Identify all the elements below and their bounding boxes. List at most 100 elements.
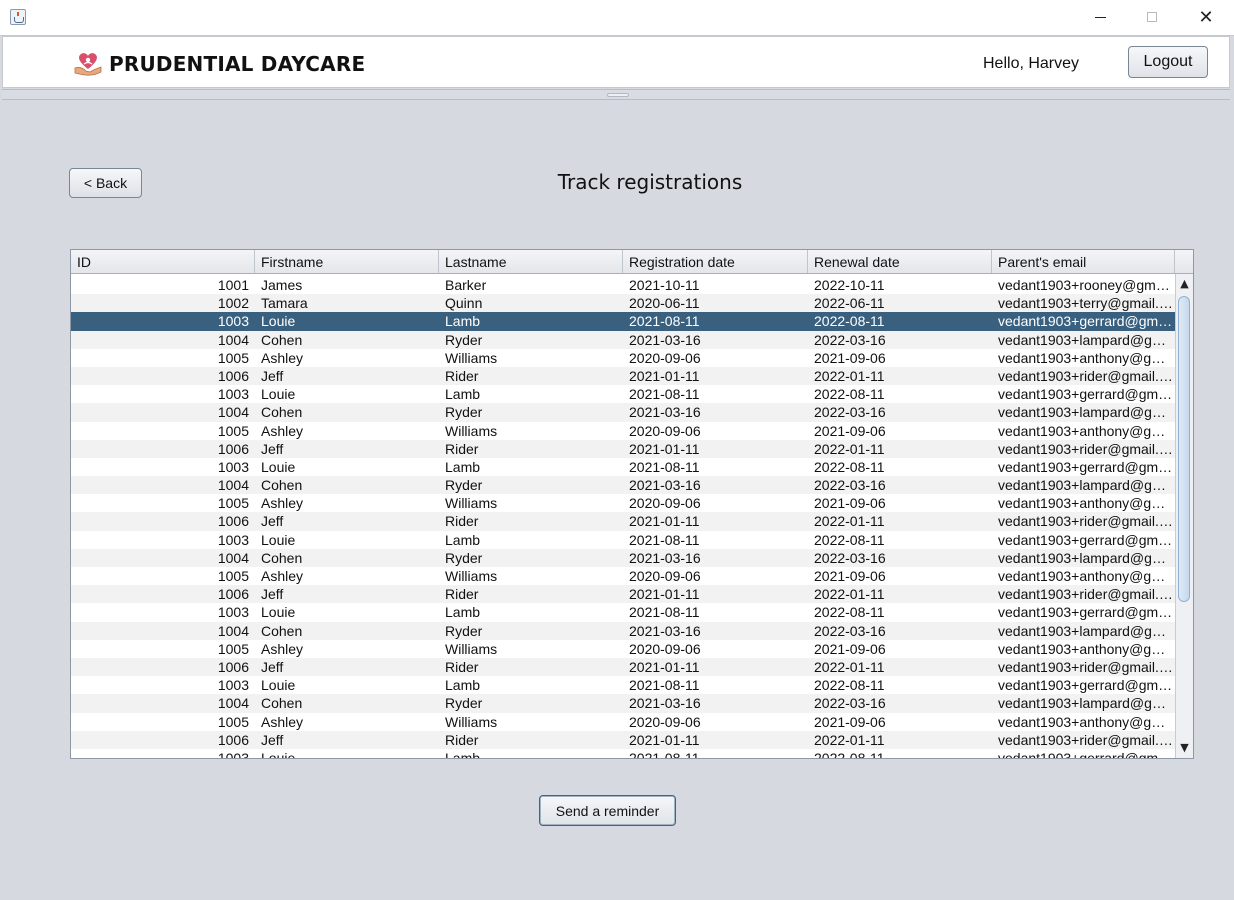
cell-registration-date[interactable]: 2021-01-11: [623, 585, 808, 603]
column-header-renewal-date[interactable]: Renewal date: [808, 250, 992, 273]
registrations-table[interactable]: ID Firstname Lastname Registration date …: [70, 249, 1194, 759]
column-header-lastname[interactable]: Lastname: [439, 250, 623, 273]
cell-lastname[interactable]: Quinn: [439, 294, 623, 312]
cell-registration-date[interactable]: 2021-03-16: [623, 622, 808, 640]
cell-lastname[interactable]: Rider: [439, 585, 623, 603]
cell-lastname[interactable]: Rider: [439, 512, 623, 530]
cell-renewal-date[interactable]: 2021-09-06: [808, 349, 992, 367]
scroll-up-icon[interactable]: ▲: [1176, 276, 1193, 292]
cell-lastname[interactable]: Ryder: [439, 694, 623, 712]
cell-parent-email[interactable]: vedant1903+rooney@gmail....: [992, 276, 1175, 294]
cell-registration-date[interactable]: 2020-09-06: [623, 713, 808, 731]
cell-lastname[interactable]: Rider: [439, 658, 623, 676]
cell-lastname[interactable]: Ryder: [439, 549, 623, 567]
cell-parent-email[interactable]: vedant1903+gerrard@gmail....: [992, 312, 1175, 330]
cell-firstname[interactable]: Louie: [255, 385, 439, 403]
cell-renewal-date[interactable]: 2022-01-11: [808, 512, 992, 530]
cell-parent-email[interactable]: vedant1903+rider@gmail.co...: [992, 367, 1175, 385]
cell-registration-date[interactable]: 2021-03-16: [623, 331, 808, 349]
cell-id[interactable]: 1003: [71, 312, 255, 330]
table-row[interactable]: 1004 Cohen Ryder 2021-03-16 2022-03-16 vedant…: [71, 403, 1175, 422]
cell-firstname[interactable]: Cohen: [255, 622, 439, 640]
cell-firstname[interactable]: Louie: [255, 531, 439, 549]
table-row[interactable]: 1003 Louie Lamb 2021-08-11 2022-08-11 vedant1…: [71, 676, 1175, 694]
table-row[interactable]: 1005 Ashley Williams 2020-09-06 2021-09-06 ve…: [71, 422, 1175, 440]
cell-firstname[interactable]: Louie: [255, 312, 439, 330]
cell-lastname[interactable]: Ryder: [439, 476, 623, 494]
cell-lastname[interactable]: Lamb: [439, 458, 623, 476]
cell-firstname[interactable]: Jeff: [255, 585, 439, 603]
cell-id[interactable]: 1004: [71, 549, 255, 567]
cell-firstname[interactable]: Ashley: [255, 713, 439, 731]
cell-lastname[interactable]: Rider: [439, 440, 623, 458]
cell-firstname[interactable]: Jeff: [255, 731, 439, 749]
cell-parent-email[interactable]: vedant1903+lampard@gmail...: [992, 331, 1175, 349]
cell-registration-date[interactable]: 2021-08-11: [623, 385, 808, 403]
cell-lastname[interactable]: Lamb: [439, 676, 623, 694]
cell-registration-date[interactable]: 2020-09-06: [623, 567, 808, 585]
cell-parent-email[interactable]: vedant1903+gerrard@gmail....: [992, 676, 1175, 694]
cell-renewal-date[interactable]: 2022-06-11: [808, 294, 992, 312]
cell-firstname[interactable]: Ashley: [255, 567, 439, 585]
cell-renewal-date[interactable]: 2022-08-11: [808, 749, 992, 758]
cell-renewal-date[interactable]: 2021-09-06: [808, 713, 992, 731]
cell-firstname[interactable]: Tamara: [255, 294, 439, 312]
cell-id[interactable]: 1005: [71, 494, 255, 512]
cell-firstname[interactable]: Jeff: [255, 658, 439, 676]
cell-renewal-date[interactable]: 2022-03-16: [808, 403, 992, 421]
cell-registration-date[interactable]: 2020-09-06: [623, 349, 808, 367]
cell-renewal-date[interactable]: 2022-01-11: [808, 367, 992, 385]
cell-id[interactable]: 1005: [71, 567, 255, 585]
cell-id[interactable]: 1003: [71, 458, 255, 476]
cell-registration-date[interactable]: 2021-08-11: [623, 749, 808, 758]
vertical-scrollbar[interactable]: ▲ ▼: [1175, 274, 1193, 758]
send-reminder-button[interactable]: Send a reminder: [539, 795, 676, 826]
cell-lastname[interactable]: Lamb: [439, 531, 623, 549]
table-row[interactable]: 1005 Ashley Williams 2020-09-06 2021-09-06 ve…: [71, 494, 1175, 512]
cell-renewal-date[interactable]: 2022-01-11: [808, 731, 992, 749]
cell-registration-date[interactable]: 2021-03-16: [623, 403, 808, 421]
cell-renewal-date[interactable]: 2022-03-16: [808, 622, 992, 640]
cell-id[interactable]: 1003: [71, 749, 255, 758]
cell-id[interactable]: 1004: [71, 694, 255, 712]
logout-button[interactable]: Logout: [1128, 46, 1208, 78]
cell-parent-email[interactable]: vedant1903+anthony@gmail....: [992, 713, 1175, 731]
cell-firstname[interactable]: Jeff: [255, 512, 439, 530]
cell-renewal-date[interactable]: 2021-09-06: [808, 494, 992, 512]
cell-renewal-date[interactable]: 2022-08-11: [808, 603, 992, 621]
cell-registration-date[interactable]: 2021-08-11: [623, 603, 808, 621]
cell-renewal-date[interactable]: 2022-01-11: [808, 658, 992, 676]
table-row[interactable]: 1004 Cohen Ryder 2021-03-16 2022-03-16 vedant…: [71, 621, 1175, 640]
minimize-icon[interactable]: [1074, 0, 1126, 34]
cell-parent-email[interactable]: vedant1903+anthony@gmail....: [992, 567, 1175, 585]
divider-grip-icon[interactable]: [607, 93, 629, 97]
cell-parent-email[interactable]: vedant1903+rider@gmail.co...: [992, 731, 1175, 749]
back-button[interactable]: < Back: [69, 168, 142, 198]
cell-firstname[interactable]: Cohen: [255, 331, 439, 349]
cell-id[interactable]: 1006: [71, 731, 255, 749]
cell-parent-email[interactable]: vedant1903+lampard@gmail...: [992, 622, 1175, 640]
table-row[interactable]: 1003 Louie Lamb 2021-08-11 2022-08-11 vedant1…: [71, 603, 1175, 621]
cell-registration-date[interactable]: 2021-01-11: [623, 440, 808, 458]
scrollbar-thumb[interactable]: [1178, 296, 1190, 602]
cell-lastname[interactable]: Rider: [439, 731, 623, 749]
cell-registration-date[interactable]: 2021-01-11: [623, 367, 808, 385]
cell-id[interactable]: 1003: [71, 531, 255, 549]
table-row[interactable]: 1004 Cohen Ryder 2021-03-16 2022-03-16 vedant…: [71, 548, 1175, 567]
cell-lastname[interactable]: Ryder: [439, 622, 623, 640]
table-row[interactable]: 1002 Tamara Quinn 2020-06-11 2022-06-11 vedan…: [71, 294, 1175, 313]
cell-firstname[interactable]: Cohen: [255, 549, 439, 567]
cell-registration-date[interactable]: 2020-09-06: [623, 422, 808, 440]
cell-registration-date[interactable]: 2021-01-11: [623, 658, 808, 676]
cell-lastname[interactable]: Rider: [439, 367, 623, 385]
cell-id[interactable]: 1006: [71, 585, 255, 603]
cell-id[interactable]: 1004: [71, 403, 255, 421]
table-row[interactable]: 1004 Cohen Ryder 2021-03-16 2022-03-16 vedant…: [71, 694, 1175, 713]
cell-parent-email[interactable]: vedant1903+rider@gmail.co...: [992, 658, 1175, 676]
table-row[interactable]: 1006 Jeff Rider 2021-01-11 2022-01-11 vedant1…: [71, 439, 1175, 458]
cell-registration-date[interactable]: 2021-01-11: [623, 512, 808, 530]
column-header-parent-email[interactable]: Parent's email: [992, 250, 1175, 273]
column-header-id[interactable]: ID: [71, 250, 255, 273]
table-row[interactable]: 1006 Jeff Rider 2021-01-11 2022-01-11 vedant1…: [71, 366, 1175, 386]
cell-registration-date[interactable]: 2021-03-16: [623, 694, 808, 712]
